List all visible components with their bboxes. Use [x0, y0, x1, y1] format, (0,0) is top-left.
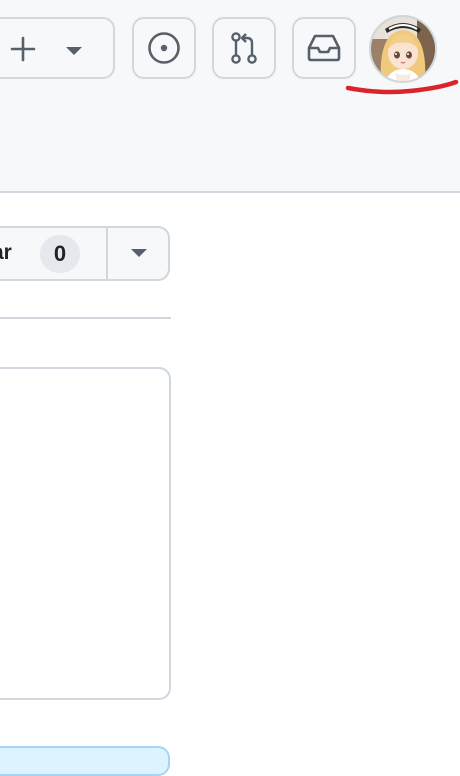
plus-icon — [10, 36, 36, 62]
issues-button[interactable] — [132, 17, 196, 79]
content-panel — [0, 367, 171, 700]
pull-requests-button[interactable] — [212, 17, 276, 79]
triangle-down-icon — [131, 249, 147, 257]
create-new-button[interactable] — [0, 17, 115, 79]
info-banner — [0, 746, 170, 776]
inbox-icon — [307, 34, 341, 62]
top-header — [0, 0, 460, 193]
issue-opened-icon — [148, 32, 180, 64]
star-button-label: tar — [0, 241, 12, 264]
star-list-dropdown-button[interactable] — [108, 228, 168, 279]
star-count-badge: 0 — [40, 235, 80, 273]
chevron-down-icon — [66, 47, 82, 55]
git-pull-request-icon — [231, 32, 257, 64]
star-button[interactable]: tar 0 — [0, 228, 108, 279]
red-underline-annotation — [345, 79, 459, 95]
section-divider — [0, 317, 171, 319]
star-button-group: tar 0 — [0, 226, 170, 281]
